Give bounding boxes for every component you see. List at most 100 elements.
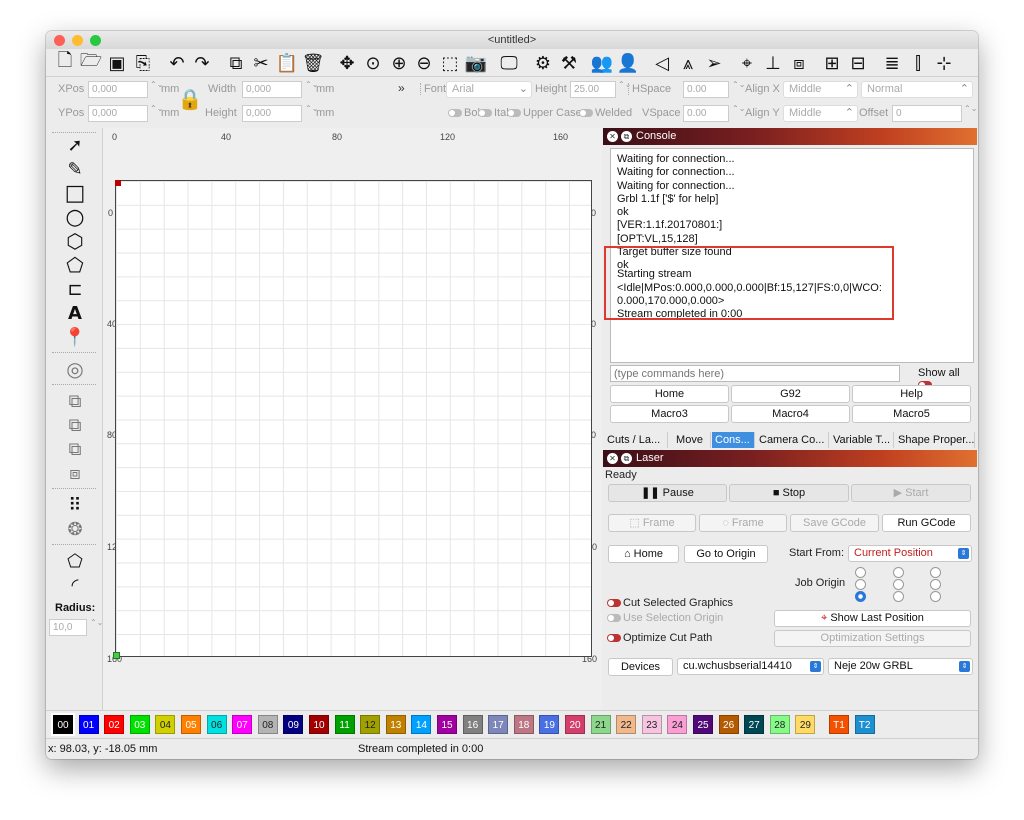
- width-stepper[interactable]: ⌃⌄: [305, 81, 318, 98]
- fillet-tool-icon[interactable]: ◜: [64, 574, 86, 596]
- distribute-icon[interactable]: ⧈: [788, 52, 810, 74]
- height-input[interactable]: [242, 105, 302, 122]
- palette-swatch-16[interactable]: 16: [462, 715, 483, 734]
- go-to-origin-button[interactable]: Go to Origin: [684, 545, 768, 563]
- job-origin-top-center[interactable]: [893, 567, 904, 578]
- boolean-intersect-icon[interactable]: ⧉: [64, 438, 86, 460]
- tools-icon[interactable]: ⚒: [558, 52, 580, 74]
- offset-tool-icon[interactable]: ◎: [64, 357, 86, 381]
- palette-swatch-29[interactable]: 29: [795, 715, 816, 734]
- mirror-icon[interactable]: ◁: [651, 52, 673, 74]
- alignx-select[interactable]: Middle ⌃: [783, 81, 858, 98]
- optimization-settings-button[interactable]: Optimization Settings: [774, 630, 971, 647]
- palette-swatch-18[interactable]: 18: [513, 715, 534, 734]
- start-from-select[interactable]: Current Position ⇕: [848, 545, 972, 562]
- close-window-button[interactable]: [54, 35, 65, 46]
- align-edges-icon[interactable]: ≣: [881, 52, 903, 74]
- height-stepper[interactable]: ⌃⌄: [305, 105, 318, 122]
- move-icon[interactable]: ✥: [336, 52, 358, 74]
- palette-swatch-09[interactable]: 09: [283, 715, 304, 734]
- bold-toggle[interactable]: Bol: [448, 107, 480, 119]
- pencil-icon[interactable]: ✎: [64, 158, 86, 180]
- palette-swatch-11[interactable]: 11: [334, 715, 355, 734]
- hspace-stepper[interactable]: ⌃⌄: [732, 81, 745, 98]
- float-icon[interactable]: ⧉: [621, 453, 632, 464]
- vspace-stepper[interactable]: ⌃⌄: [732, 105, 745, 122]
- job-origin-middle-left[interactable]: [855, 579, 866, 590]
- camera-icon[interactable]: 📷: [465, 52, 487, 74]
- tab-console[interactable]: Cons...: [712, 432, 755, 448]
- palette-swatch-07[interactable]: 07: [232, 715, 253, 734]
- run-gcode-button[interactable]: Run GCode: [882, 514, 971, 532]
- macro3-button[interactable]: Macro3: [610, 405, 729, 423]
- zoom-to-page-icon[interactable]: ⊙: [362, 52, 384, 74]
- port-select[interactable]: cu.wchusbserial14410 ⇕: [677, 658, 824, 675]
- boolean-difference-icon[interactable]: ⧉: [64, 414, 86, 436]
- text-mode-select[interactable]: Normal ⌃: [861, 81, 973, 98]
- pause-button[interactable]: ❚❚ Pause: [608, 484, 727, 502]
- palette-swatch-13[interactable]: 13: [385, 715, 406, 734]
- lock-icon[interactable]: 🔒: [178, 87, 203, 111]
- cut-icon[interactable]: ✂: [250, 52, 272, 74]
- palette-swatch-00[interactable]: 00: [51, 713, 75, 736]
- palette-swatch-20[interactable]: 20: [565, 715, 585, 734]
- job-origin-bottom-left[interactable]: [855, 591, 866, 602]
- group-icon[interactable]: ⊞: [821, 52, 843, 74]
- macro-help-button[interactable]: Help: [852, 385, 971, 403]
- corner-tool-icon[interactable]: ⬠: [64, 550, 86, 572]
- offset-input[interactable]: [892, 105, 962, 122]
- copy-icon[interactable]: ⧉: [225, 52, 247, 74]
- optimize-cut-path-toggle[interactable]: Optimize Cut Path: [607, 632, 712, 644]
- new-file-icon[interactable]: 🗋: [54, 50, 76, 74]
- users-icon[interactable]: 👥: [591, 52, 613, 74]
- delete-icon[interactable]: 🗑: [302, 52, 325, 74]
- palette-swatch-26[interactable]: 26: [718, 715, 739, 734]
- vspace-input[interactable]: [683, 105, 729, 122]
- flip-icon[interactable]: ⩓: [677, 52, 699, 74]
- zoom-window-button[interactable]: [90, 35, 101, 46]
- palette-swatch-19[interactable]: 19: [539, 715, 560, 734]
- ellipse-icon[interactable]: ○: [64, 205, 86, 230]
- palette-swatch-T1[interactable]: T1: [829, 715, 849, 734]
- monitor-icon[interactable]: 🖵: [498, 52, 520, 74]
- boolean-union-icon[interactable]: ⧉: [64, 390, 86, 412]
- italic-toggle[interactable]: Ital: [478, 107, 509, 119]
- palette-swatch-22[interactable]: 22: [616, 715, 637, 734]
- ypos-stepper[interactable]: ⌃⌄: [150, 105, 163, 122]
- palette-swatch-23[interactable]: 23: [641, 715, 662, 734]
- cut-selected-toggle[interactable]: Cut Selected Graphics: [607, 597, 733, 609]
- export-icon[interactable]: ⎘: [132, 52, 154, 74]
- palette-swatch-01[interactable]: 01: [78, 715, 99, 734]
- offset-stepper[interactable]: ⌃⌄: [964, 105, 977, 122]
- select-arrow-icon[interactable]: ➚: [64, 134, 86, 156]
- ypos-input[interactable]: [88, 105, 148, 122]
- uppercase-toggle[interactable]: Upper Case: [507, 107, 582, 119]
- redo-icon[interactable]: ↷: [191, 52, 213, 74]
- text-tool-icon[interactable]: A: [64, 302, 86, 324]
- snap-grid-icon[interactable]: ⊹: [933, 52, 955, 74]
- home-button[interactable]: ⌂ Home: [608, 545, 679, 563]
- polygon-icon[interactable]: ⬡: [64, 229, 86, 253]
- command-input[interactable]: [610, 365, 900, 382]
- xpos-stepper[interactable]: ⌃⌄: [150, 81, 163, 98]
- font-select[interactable]: Arial ⌄: [446, 81, 532, 98]
- save-gcode-button[interactable]: Save GCode: [790, 514, 879, 532]
- tab-move[interactable]: Move: [669, 432, 711, 448]
- grid-array-icon[interactable]: ⠿: [64, 494, 86, 516]
- user-icon[interactable]: 👤: [617, 52, 639, 74]
- zoom-in-icon[interactable]: ⊕: [388, 52, 410, 74]
- palette-swatch-06[interactable]: 06: [206, 715, 227, 734]
- macro4-button[interactable]: Macro4: [731, 405, 850, 423]
- tab-shape-properties[interactable]: Shape Proper...: [895, 432, 975, 448]
- job-origin-bottom-center[interactable]: [893, 591, 904, 602]
- close-icon[interactable]: ✕: [607, 131, 618, 142]
- palette-swatch-02[interactable]: 02: [104, 715, 125, 734]
- palette-swatch-24[interactable]: 24: [667, 715, 688, 734]
- palette-swatch-10[interactable]: 10: [309, 715, 329, 734]
- welded-toggle[interactable]: Welded: [579, 107, 632, 119]
- job-origin-top-right[interactable]: [930, 567, 941, 578]
- align-center-icon[interactable]: ⫿: [907, 52, 929, 74]
- font-height-stepper[interactable]: ⌃⌄: [618, 81, 631, 98]
- expand-props-icon[interactable]: »: [398, 81, 405, 95]
- palette-swatch-03[interactable]: 03: [129, 715, 150, 734]
